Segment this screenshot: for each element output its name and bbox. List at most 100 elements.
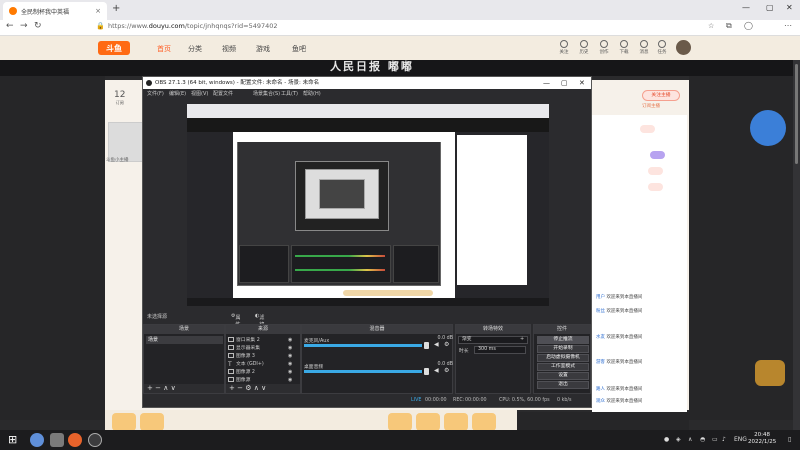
- chat-user[interactable]: 路人: [596, 387, 605, 392]
- url-input[interactable]: https://www.douyu.com/topic/jnhqnqs?rid=…: [108, 22, 278, 30]
- move-down-icon[interactable]: ∨: [261, 384, 266, 392]
- menu-tools[interactable]: 工具(T): [281, 90, 298, 97]
- source-item[interactable]: 窗口采集 2: [236, 336, 260, 343]
- tray-red-icon[interactable]: ●: [664, 436, 669, 443]
- windows-start-icon[interactable]: ⊞: [8, 433, 22, 447]
- volume-slider[interactable]: [424, 368, 429, 375]
- menu-help[interactable]: 帮助(H): [303, 90, 321, 97]
- header-create-item[interactable]: 创作: [594, 40, 614, 58]
- settings-button[interactable]: 设置: [537, 372, 589, 380]
- obs-minimize-button[interactable]: —: [543, 77, 550, 89]
- obs-taskbar-icon[interactable]: [88, 433, 102, 447]
- stop-streaming-button[interactable]: 停止推流: [537, 336, 589, 344]
- virtual-camera-button[interactable]: 启动虚拟摄像机: [537, 354, 589, 362]
- user-avatar[interactable]: [676, 40, 691, 55]
- close-window-button[interactable]: ✕: [786, 3, 793, 12]
- reload-icon[interactable]: ↻: [34, 21, 42, 31]
- close-tab-icon[interactable]: ×: [95, 7, 101, 15]
- taskbar-clock[interactable]: 20:48 2022/1/25: [748, 432, 776, 446]
- menu-scene-collection[interactable]: 场景集合(S): [253, 90, 280, 97]
- remove-source-icon[interactable]: −: [237, 384, 243, 392]
- header-follow-item[interactable]: 关注: [554, 40, 574, 58]
- forward-icon[interactable]: →: [20, 21, 28, 31]
- move-up-icon[interactable]: ∧: [254, 384, 259, 392]
- duration-input[interactable]: 300 ms: [474, 346, 526, 354]
- studio-mode-button[interactable]: 工作室模式: [537, 363, 589, 371]
- exit-button[interactable]: 退出: [537, 381, 589, 389]
- source-item[interactable]: 图像源 3: [236, 352, 255, 359]
- properties-button[interactable]: ⚙ 属性: [231, 313, 241, 328]
- gift-item-icon[interactable]: [472, 413, 496, 431]
- event-badge-icon[interactable]: [750, 110, 786, 146]
- chat-user[interactable]: 用户: [596, 295, 605, 300]
- nav-video[interactable]: 视频: [222, 44, 236, 54]
- lock-icon[interactable]: 🔒: [96, 22, 105, 30]
- chat-user[interactable]: 水友: [596, 335, 605, 340]
- move-up-icon[interactable]: ∧: [163, 384, 168, 392]
- remove-scene-icon[interactable]: −: [155, 384, 161, 392]
- volume-icon[interactable]: ♪: [722, 436, 726, 443]
- obs-maximize-button[interactable]: ▢: [561, 77, 568, 89]
- network-icon[interactable]: ▭: [712, 436, 718, 443]
- language-indicator[interactable]: ENG: [734, 436, 747, 443]
- header-history-item[interactable]: 历史: [574, 40, 594, 58]
- transition-select[interactable]: 渐变: [458, 336, 528, 344]
- collections-icon[interactable]: ⧉: [726, 21, 732, 31]
- menu-view[interactable]: 视图(V): [191, 90, 208, 97]
- browser-tab[interactable]: 全民制杯我中英福 ×: [3, 2, 107, 20]
- add-source-icon[interactable]: +: [229, 384, 235, 392]
- source-settings-icon[interactable]: ⚙: [245, 384, 251, 392]
- gift-item-icon[interactable]: [416, 413, 440, 431]
- nav-game[interactable]: 游戏: [256, 44, 270, 54]
- move-down-icon[interactable]: ∨: [171, 384, 176, 392]
- transition-add-icon[interactable]: +: [520, 336, 524, 342]
- nav-fishbar[interactable]: 鱼吧: [292, 44, 306, 54]
- source-item[interactable]: 图像源: [236, 376, 250, 383]
- app-icon-1[interactable]: [30, 433, 44, 447]
- settings-more-icon[interactable]: ⋯: [784, 21, 792, 30]
- start-recording-button[interactable]: 开始录制: [537, 345, 589, 353]
- gift-item-icon[interactable]: [388, 413, 412, 431]
- speaker-icon[interactable]: ◀: [434, 341, 439, 348]
- profile-icon[interactable]: ◯: [744, 21, 753, 30]
- tray-icon[interactable]: ◈: [676, 436, 681, 443]
- bookmark-star-icon[interactable]: ☆: [708, 22, 714, 30]
- maximize-window-button[interactable]: ▢: [766, 3, 774, 12]
- notification-icon[interactable]: ▯: [788, 436, 791, 443]
- chat-user[interactable]: 观众: [596, 399, 605, 404]
- site-logo[interactable]: 斗鱼: [98, 41, 130, 55]
- menu-profile[interactable]: 配置文件: [213, 90, 233, 97]
- mixer-settings-icon[interactable]: ⚙: [444, 341, 449, 348]
- header-download-item[interactable]: 下载: [614, 40, 634, 58]
- nav-category[interactable]: 分类: [188, 44, 202, 54]
- page-scrollbar-thumb[interactable]: [795, 64, 798, 164]
- tray-expand-icon[interactable]: ∧: [688, 436, 692, 443]
- tray-icon[interactable]: ◓: [700, 436, 705, 443]
- visibility-eye-icons[interactable]: ◉ ◉ ◉ ◉ ◉ ◉: [288, 336, 292, 384]
- speaker-icon[interactable]: ◀: [434, 367, 439, 374]
- header-message-item[interactable]: 消息: [634, 40, 654, 58]
- add-scene-icon[interactable]: +: [147, 384, 153, 392]
- new-tab-button[interactable]: +: [112, 3, 120, 14]
- minimize-window-button[interactable]: —: [742, 3, 750, 12]
- volume-slider[interactable]: [424, 342, 429, 349]
- gift-item-icon[interactable]: [112, 413, 136, 431]
- nav-home[interactable]: 首页: [157, 44, 171, 54]
- firefox-icon[interactable]: [68, 433, 82, 447]
- obs-close-button[interactable]: ✕: [579, 77, 585, 89]
- source-item[interactable]: 显示器采集: [236, 344, 260, 351]
- chat-user[interactable]: 粉丝: [596, 309, 605, 314]
- mixer-settings-icon[interactable]: ⚙: [444, 367, 449, 374]
- gift-item-icon[interactable]: [140, 413, 164, 431]
- anchor-avatar[interactable]: [108, 122, 144, 162]
- gift-item-icon[interactable]: [444, 413, 468, 431]
- back-icon[interactable]: ←: [6, 21, 14, 31]
- source-item[interactable]: 文本 (GDI+): [236, 360, 264, 367]
- menu-edit[interactable]: 编辑(E): [169, 90, 186, 97]
- scene-item[interactable]: 场景: [146, 336, 223, 344]
- chat-user[interactable]: 游客: [596, 360, 605, 365]
- menu-file[interactable]: 文件(F): [147, 90, 164, 97]
- app-icon-2[interactable]: [50, 433, 64, 447]
- header-task-item[interactable]: 任务: [652, 40, 672, 58]
- follow-anchor-button[interactable]: 关注主播: [642, 90, 680, 101]
